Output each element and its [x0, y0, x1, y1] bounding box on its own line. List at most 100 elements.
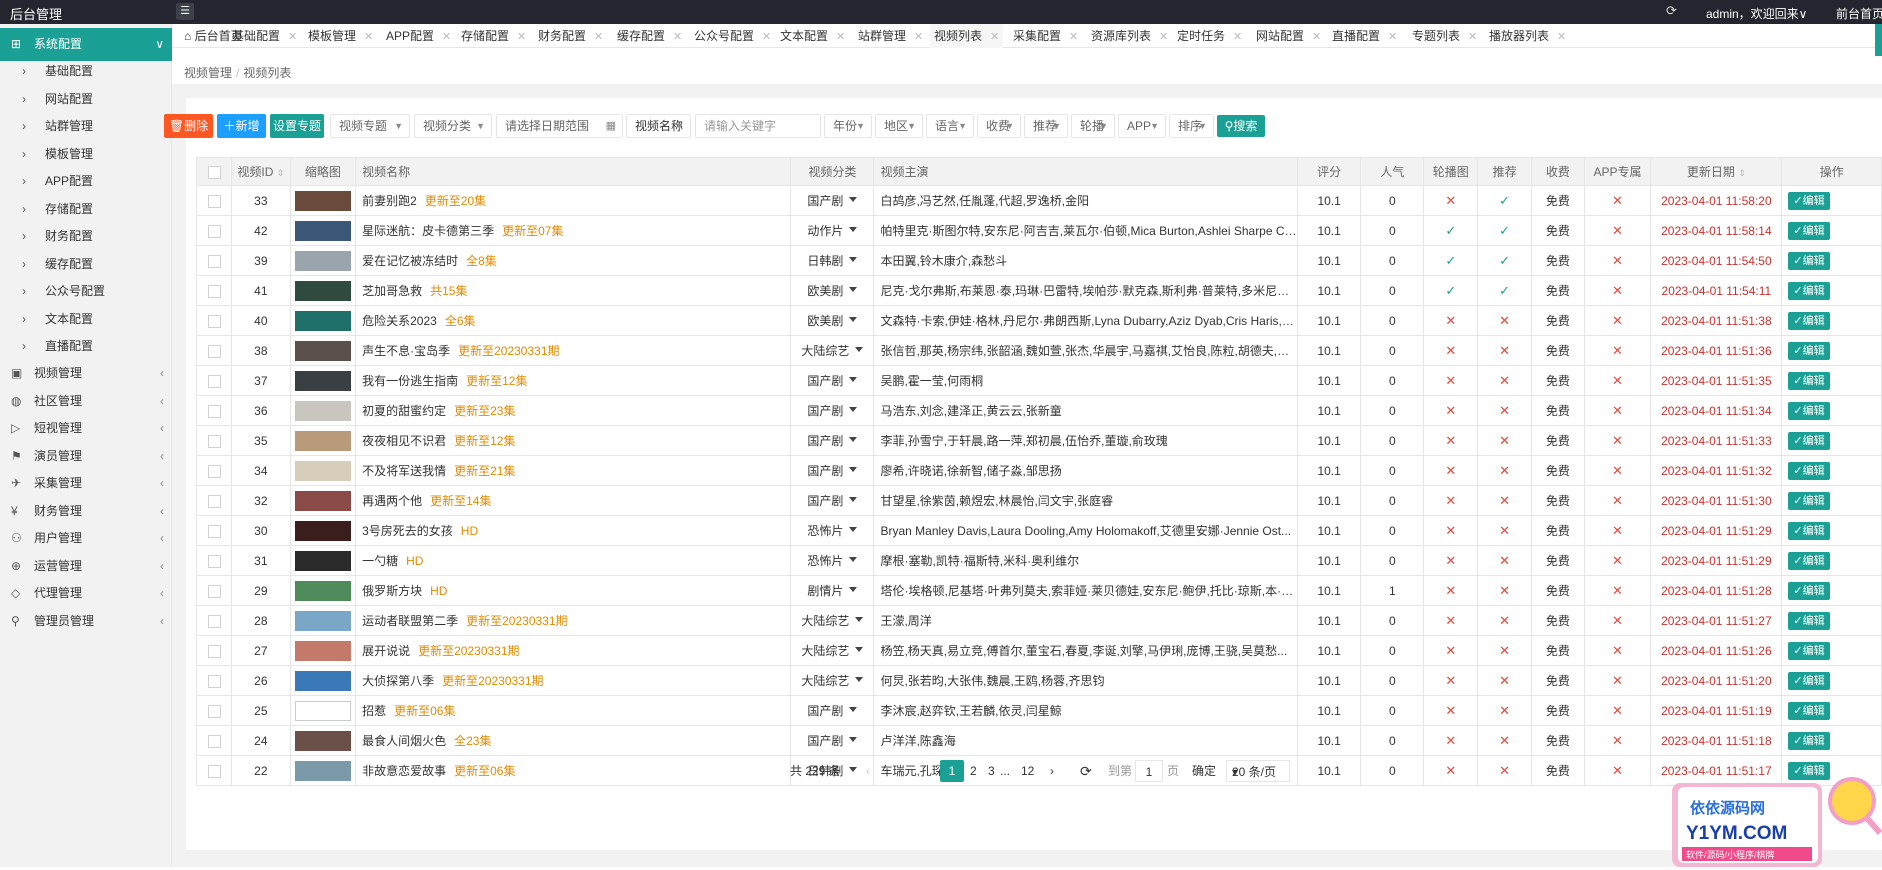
category-dropdown[interactable]: 欧美剧 [807, 282, 858, 299]
front-page-link[interactable]: 前台首页 [1836, 5, 1882, 22]
app-exclusive-cross-icon[interactable]: ✕ [1612, 403, 1623, 418]
tab-item[interactable]: 专题列表 ✕ [1408, 24, 1481, 48]
app-exclusive-cross-icon[interactable]: ✕ [1612, 493, 1623, 508]
edit-button[interactable]: ✓编辑 [1788, 461, 1830, 480]
language-select[interactable]: 语言 ▼ [926, 114, 974, 138]
edit-button[interactable]: ✓编辑 [1788, 581, 1830, 600]
charge-select[interactable]: 收费 ▼ [977, 114, 1021, 138]
recommend-cross-icon[interactable]: ✕ [1499, 673, 1510, 688]
category-dropdown[interactable]: 大陆综艺 [801, 642, 864, 659]
row-checkbox[interactable] [207, 554, 221, 568]
edit-button[interactable]: ✓编辑 [1788, 251, 1830, 270]
edit-button[interactable]: ✓编辑 [1788, 671, 1830, 690]
tab-item[interactable]: 网站配置 ✕ [1252, 24, 1325, 48]
edit-button[interactable]: ✓编辑 [1788, 701, 1830, 720]
video-name[interactable]: 芝加哥急救 [362, 284, 422, 298]
category-dropdown[interactable]: 大陆综艺 [801, 612, 864, 629]
carousel-check-icon[interactable]: ✓ [1445, 223, 1456, 238]
close-tab-icon[interactable]: ✕ [1159, 31, 1168, 43]
close-tab-icon[interactable]: ✕ [1557, 31, 1566, 43]
close-tab-icon[interactable]: ✕ [914, 31, 923, 43]
video-name[interactable]: 大侦探第八季 [362, 674, 434, 688]
recommend-cross-icon[interactable]: ✕ [1499, 763, 1510, 778]
category-dropdown[interactable]: 大陆综艺 [801, 672, 864, 689]
recommend-cross-icon[interactable]: ✕ [1499, 313, 1510, 328]
recommend-select[interactable]: 推荐 ▼ [1024, 114, 1068, 138]
edit-button[interactable]: ✓编辑 [1788, 551, 1830, 570]
edit-button[interactable]: ✓编辑 [1788, 611, 1830, 630]
row-checkbox[interactable] [207, 374, 221, 388]
carousel-cross-icon[interactable]: ✕ [1445, 193, 1456, 208]
breadcrumb-item[interactable]: 视频管理 [184, 66, 232, 80]
category-cell[interactable]: 剧情片 [790, 575, 875, 606]
recommend-cross-icon[interactable]: ✕ [1499, 703, 1510, 718]
row-checkbox[interactable] [207, 494, 221, 508]
recommend-cross-icon[interactable]: ✕ [1499, 373, 1510, 388]
edit-button[interactable]: ✓编辑 [1788, 431, 1830, 450]
tab-item[interactable]: 文本配置 ✕ [776, 24, 849, 48]
close-tab-icon[interactable]: ✕ [990, 31, 999, 43]
batch-delete-button[interactable]: 🗑删除 [164, 114, 213, 138]
video-name[interactable]: 最食人间烟火色 [362, 734, 446, 748]
category-dropdown[interactable]: 国产剧 [807, 402, 858, 419]
carousel-cross-icon[interactable]: ✕ [1445, 493, 1456, 508]
category-dropdown[interactable]: 国产剧 [807, 462, 858, 479]
video-name[interactable]: 星际迷航：皮卡德第三季 [362, 224, 494, 238]
tab-item[interactable]: 模板管理 ✕ [304, 24, 377, 48]
date-range-input[interactable]: 请选择日期范围 ▦ [496, 114, 623, 138]
app-exclusive-cross-icon[interactable]: ✕ [1612, 733, 1623, 748]
category-dropdown[interactable]: 国产剧 [807, 732, 858, 749]
app-exclusive-cross-icon[interactable]: ✕ [1612, 763, 1623, 778]
carousel-check-icon[interactable]: ✓ [1445, 283, 1456, 298]
page-current[interactable]: 1 [940, 760, 964, 782]
user-menu[interactable]: admin，欢迎回来∨ [1706, 5, 1807, 22]
carousel-cross-icon[interactable]: ✕ [1445, 643, 1456, 658]
carousel-cross-icon[interactable]: ✕ [1445, 373, 1456, 388]
category-cell[interactable]: 国产剧 [790, 425, 875, 456]
row-checkbox[interactable] [207, 764, 221, 778]
category-dropdown[interactable]: 国产剧 [807, 492, 858, 509]
page-3[interactable]: 3 [988, 760, 995, 782]
close-tab-icon[interactable]: ✕ [442, 31, 451, 43]
sidebar-group[interactable]: ⚲ 管理员管理 ‹ [0, 605, 172, 638]
edit-button[interactable]: ✓编辑 [1788, 491, 1830, 510]
close-tab-icon[interactable]: ✕ [762, 31, 771, 43]
close-tab-icon[interactable]: ✕ [1069, 31, 1078, 43]
app-exclusive-cross-icon[interactable]: ✕ [1612, 193, 1623, 208]
close-tab-icon[interactable]: ✕ [1233, 31, 1242, 43]
keyword-input[interactable]: 请输入关键字 [695, 114, 821, 138]
carousel-cross-icon[interactable]: ✕ [1445, 403, 1456, 418]
close-tab-icon[interactable]: ✕ [836, 31, 845, 43]
recommend-cross-icon[interactable]: ✕ [1499, 643, 1510, 658]
refresh-icon[interactable]: ⟳ [1666, 3, 1677, 19]
category-dropdown[interactable]: 大陆综艺 [801, 342, 864, 359]
category-cell[interactable]: 国产剧 [790, 185, 875, 216]
carousel-cross-icon[interactable]: ✕ [1445, 343, 1456, 358]
category-select[interactable]: 视频分类 ▼ [414, 114, 492, 138]
recommend-cross-icon[interactable]: ✕ [1499, 463, 1510, 478]
video-name[interactable]: 非故意恋爱故事 [362, 764, 446, 778]
recommend-cross-icon[interactable]: ✕ [1499, 493, 1510, 508]
video-name[interactable]: 招惹 [362, 704, 386, 718]
category-dropdown[interactable]: 动作片 [807, 222, 858, 239]
category-cell[interactable]: 国产剧 [790, 485, 875, 516]
recommend-cross-icon[interactable]: ✕ [1499, 583, 1510, 598]
category-cell[interactable]: 恐怖片 [790, 515, 875, 546]
app-exclusive-cross-icon[interactable]: ✕ [1612, 283, 1623, 298]
carousel-cross-icon[interactable]: ✕ [1445, 463, 1456, 478]
close-tab-icon[interactable]: ✕ [1388, 31, 1397, 43]
edit-button[interactable]: ✓编辑 [1788, 311, 1830, 330]
category-cell[interactable]: 动作片 [790, 215, 875, 246]
search-field-select[interactable]: 视频名称 ▼ [626, 114, 691, 138]
carousel-cross-icon[interactable]: ✕ [1445, 763, 1456, 778]
carousel-cross-icon[interactable]: ✕ [1445, 613, 1456, 628]
refresh-page-icon[interactable]: ⟳ [1080, 760, 1092, 782]
close-tab-icon[interactable]: ✕ [673, 31, 682, 43]
video-name[interactable]: 运动者联盟第二季 [362, 614, 458, 628]
recommend-cross-icon[interactable]: ✕ [1499, 523, 1510, 538]
tab-item[interactable]: 缓存配置 ✕ [613, 24, 686, 48]
category-cell[interactable]: 大陆综艺 [790, 635, 875, 666]
tab-item[interactable]: 公众号配置 ✕ [690, 24, 775, 48]
app-exclusive-cross-icon[interactable]: ✕ [1612, 433, 1623, 448]
video-name[interactable]: 一勺糖 [362, 554, 398, 568]
